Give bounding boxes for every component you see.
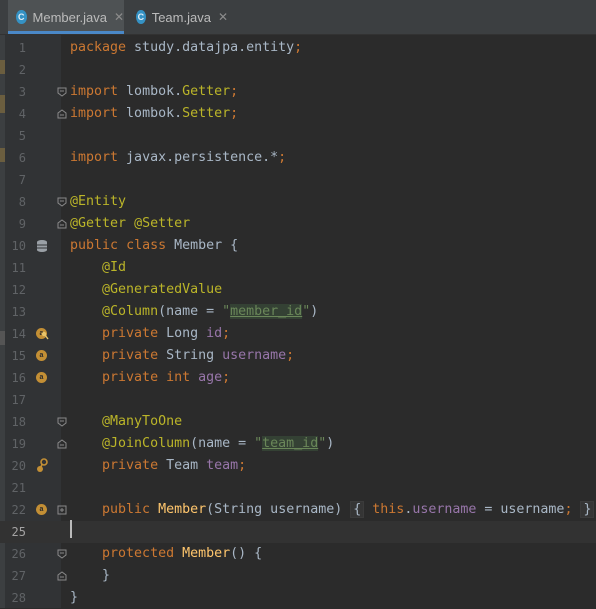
code-line[interactable]: 8 @Entity (0, 191, 596, 213)
tab-member-java[interactable]: C Member.java ✕ (8, 0, 124, 34)
code-line[interactable]: 3 import lombok.Getter; (0, 81, 596, 103)
code-text: @Column(name = "member_id") (102, 304, 319, 319)
line-number: 25 (11, 525, 26, 539)
code-line[interactable]: 7 (0, 169, 596, 191)
editor-tab-bar: C Member.java ✕ C Team.java ✕ (0, 0, 596, 35)
fold-icon[interactable] (57, 411, 67, 433)
code-line[interactable]: 17 (0, 389, 596, 411)
line-number: 6 (18, 151, 26, 165)
code-line[interactable]: 5 (0, 125, 596, 147)
fold-icon[interactable] (57, 543, 67, 565)
code-line[interactable]: 26 protected Member() { (0, 543, 596, 565)
line-number: 10 (11, 239, 26, 253)
code-line[interactable]: 11 @Id (0, 257, 596, 279)
code-text: import javax.persistence.*; (70, 150, 287, 165)
code-text: public class Member { (70, 238, 239, 253)
code-text: public Member(String username) { this.us… (70, 499, 595, 521)
line-number: 11 (11, 261, 26, 275)
line-number: 2 (18, 63, 26, 77)
close-icon[interactable]: ✕ (114, 10, 124, 24)
line-number: 3 (18, 85, 26, 99)
code-line[interactable]: 13 @Column(name = "member_id") (0, 301, 596, 323)
code-line[interactable]: 6 import javax.persistence.*; (0, 147, 596, 169)
code-line[interactable]: 21 (0, 477, 596, 499)
fold-icon[interactable] (57, 103, 67, 125)
line-number: 28 (11, 591, 26, 605)
line-number: 14 (11, 327, 26, 341)
fold-icon[interactable] (57, 213, 67, 235)
code-line[interactable]: 19 @JoinColumn(name = "team_id") (0, 433, 596, 455)
database-icon[interactable] (35, 235, 49, 257)
code-text: @GeneratedValue (102, 282, 223, 297)
code-line[interactable]: 12 @GeneratedValue (0, 279, 596, 301)
line-number: 16 (11, 371, 26, 385)
code-text: } (70, 590, 79, 605)
tab-label: Member.java (32, 9, 107, 25)
code-text: private Long id; (102, 326, 231, 341)
code-text: @Getter @Setter (70, 216, 191, 231)
code-line[interactable]: 25 (0, 521, 596, 543)
code-line[interactable]: 27 } (0, 565, 596, 587)
code-line[interactable]: 9 @Getter @Setter (0, 213, 596, 235)
code-line[interactable]: 22 public Member(String username) { this… (0, 499, 596, 521)
code-text: @Entity (70, 194, 127, 209)
code-line[interactable]: 10 public class Member { (0, 235, 596, 257)
line-number: 9 (18, 217, 26, 231)
fold-icon[interactable] (57, 565, 67, 587)
line-number: 20 (11, 459, 26, 473)
line-number: 5 (18, 129, 26, 143)
tab-label: Team.java (151, 9, 211, 25)
line-number: 21 (11, 481, 26, 495)
expand-icon[interactable] (57, 499, 67, 521)
code-text: @Id (102, 260, 127, 275)
code-text: } (70, 568, 111, 583)
code-line[interactable]: 18 @ManyToOne (0, 411, 596, 433)
code-line[interactable]: 16 private int age; a (0, 367, 596, 389)
code-text: package study.datajpa.entity; (70, 40, 303, 55)
line-number: 27 (11, 569, 26, 583)
field-icon[interactable]: a (35, 345, 49, 367)
code-text: import lombok.Setter; (70, 106, 239, 121)
code-text: private Team team; (102, 458, 247, 473)
line-number: 17 (11, 393, 26, 407)
close-icon[interactable]: ✕ (218, 10, 228, 24)
fold-icon[interactable] (57, 191, 67, 213)
code-text: @ManyToOne (102, 414, 183, 429)
line-number: 13 (11, 305, 26, 319)
code-text: protected Member() { (102, 546, 263, 561)
code-line[interactable]: 14 private Long id; a (0, 323, 596, 345)
line-number: 4 (18, 107, 26, 121)
line-number: 19 (11, 437, 26, 451)
field-icon[interactable]: a (35, 499, 49, 521)
class-icon: C (136, 10, 146, 24)
line-number: 8 (18, 195, 26, 209)
primary-key-icon[interactable]: a (35, 323, 49, 345)
code-text: @JoinColumn(name = "team_id") (102, 436, 335, 451)
code-line[interactable]: 20 private Team team; (0, 455, 596, 477)
code-line[interactable]: 4 import lombok.Setter; (0, 103, 596, 125)
line-number: 7 (18, 173, 26, 187)
line-number: 26 (11, 547, 26, 561)
code-line[interactable]: 28} (0, 587, 596, 609)
class-icon: C (16, 10, 27, 24)
code-line[interactable]: 1 package study.datajpa.entity; (0, 37, 596, 59)
relationship-icon[interactable] (35, 455, 49, 477)
code-text: import lombok.Getter; (70, 84, 239, 99)
line-number: 18 (11, 415, 26, 429)
field-icon[interactable]: a (35, 367, 49, 389)
line-number: 1 (18, 41, 26, 55)
line-number: 12 (11, 283, 26, 297)
text-caret (70, 520, 72, 538)
code-text: private int age; (102, 370, 231, 385)
fold-icon[interactable] (57, 433, 67, 455)
tab-team-java[interactable]: C Team.java ✕ (128, 0, 228, 34)
code-text: private String username; (102, 348, 295, 363)
line-number: 15 (11, 349, 26, 363)
fold-icon[interactable] (57, 81, 67, 103)
line-number: 22 (11, 503, 26, 517)
code-line[interactable]: 15 private String username; a (0, 345, 596, 367)
code-line[interactable]: 2 (0, 59, 596, 81)
